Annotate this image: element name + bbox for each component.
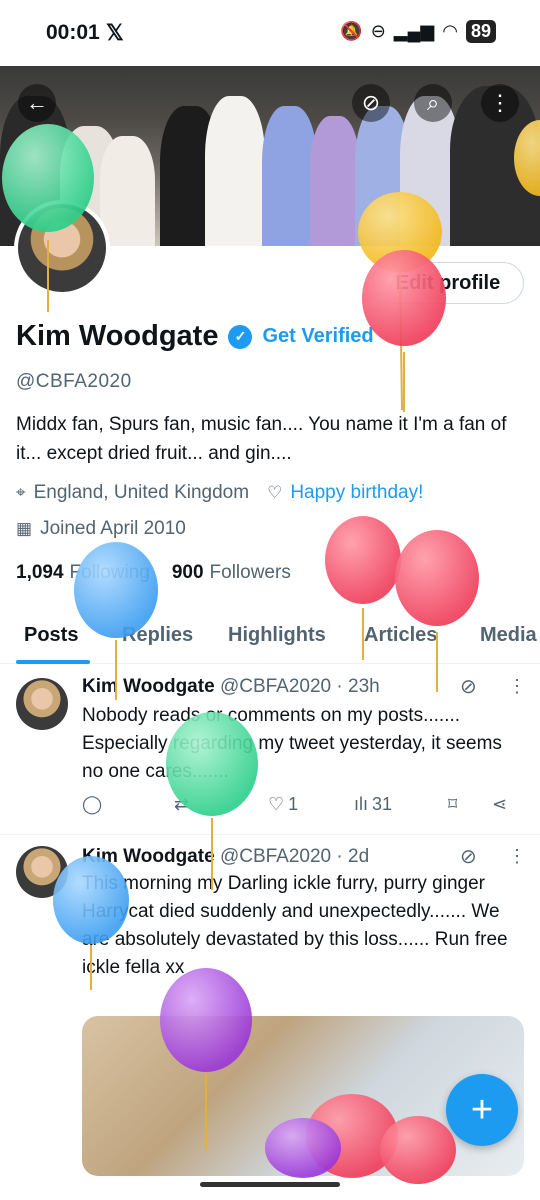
grok-icon[interactable]: ⊘ [460, 844, 477, 869]
tab-highlights[interactable]: Highlights [228, 624, 326, 647]
verified-badge-icon: ✓ [228, 324, 253, 349]
tweet-avatar[interactable] [16, 846, 68, 898]
birthday-icon: ♡ [267, 483, 283, 502]
edit-profile-button[interactable]: Edit profile [372, 262, 524, 304]
following-link[interactable]: 1,094 Following [16, 562, 150, 584]
calendar-icon: ▦ [16, 519, 33, 538]
signal-icon: ▂▄▆ [393, 21, 435, 41]
grok-icon[interactable]: ⊘ [460, 674, 477, 699]
profile-bio: Middx fan, Spurs fan, music fan.... You … [16, 414, 507, 464]
location-icon: ⌖ [16, 483, 26, 502]
like-button[interactable]: ♡ 1 [268, 794, 298, 815]
profile-avatar[interactable] [14, 200, 110, 296]
tweet-text: Nobody reads or comments on my posts....… [82, 705, 502, 782]
x-logo-icon: 𝕏 [106, 20, 124, 45]
back-button[interactable]: ← [18, 84, 56, 122]
reply-icon[interactable]: ◯ [82, 794, 102, 815]
retweet-icon[interactable]: ⇄ [174, 794, 189, 815]
birthday-link[interactable]: Happy birthday! [290, 482, 423, 504]
followers-label: Followers [209, 562, 291, 583]
tweet-text: This morning my Darling ickle furry, pur… [82, 873, 508, 978]
profile-name: Kim Woodgate [16, 320, 219, 352]
more-options-icon[interactable]: ⋮ [508, 846, 526, 867]
grok-icon[interactable]: ⊘ [352, 84, 390, 122]
home-indicator [200, 1182, 340, 1187]
tweet-meta: @CBFA2020 · 2d [219, 846, 370, 867]
dnd-icon: ⊖ [370, 21, 386, 41]
tweet-divider [0, 834, 540, 835]
following-label: Following [69, 562, 150, 583]
views-button[interactable]: ılı 31 [354, 794, 392, 815]
like-count: 1 [288, 794, 299, 814]
follow-stats: 1,094 Following 900 Followers [16, 562, 291, 584]
status-icons: 🔕 ⊖ ▂▄▆ ◠ 89 [340, 20, 496, 43]
profile-location: England, United Kingdom [33, 482, 250, 503]
tweet-header: Kim Woodgate @CBFA2020 · 2d [82, 846, 369, 868]
status-bar: 00:01 𝕏 🔕 ⊖ ▂▄▆ ◠ 89 [0, 0, 540, 66]
get-verified-link[interactable]: Get Verified [262, 325, 373, 348]
profile-joined: Joined April 2010 [40, 518, 186, 539]
wifi-icon: ◠ [442, 21, 458, 41]
status-time: 00:01 [46, 21, 100, 44]
tweet-author[interactable]: Kim Woodgate [82, 676, 215, 697]
mute-icon: 🔕 [340, 21, 363, 41]
compose-button[interactable]: + [446, 1074, 518, 1146]
more-options-icon[interactable]: ⋮ [481, 84, 519, 122]
bookmark-icon[interactable]: ⌑ [448, 794, 457, 815]
share-icon[interactable]: ⋖ [492, 794, 507, 815]
tweet-author[interactable]: Kim Woodgate [82, 846, 215, 867]
tweet-actions: ◯ ⇄ ♡ 1 ılı 31 ⌑ ⋖ [82, 794, 512, 824]
balloon-red [395, 530, 479, 692]
more-options-icon[interactable]: ⋮ [508, 676, 526, 697]
tab-media[interactable]: Media [480, 624, 537, 647]
search-icon[interactable]: ⌕ [414, 84, 452, 122]
tweet-meta: @CBFA2020 · 23h [219, 676, 380, 697]
followers-count: 900 [171, 562, 204, 583]
profile-handle: @CBFA2020 [16, 371, 132, 392]
tweet-header: Kim Woodgate @CBFA2020 · 23h [82, 676, 380, 698]
profile-meta-row: ⌖ England, United Kingdom ♡ Happy birthd… [16, 482, 423, 504]
tab-replies[interactable]: Replies [122, 624, 193, 647]
views-count: 31 [372, 794, 393, 814]
following-count: 1,094 [16, 562, 64, 583]
tab-posts[interactable]: Posts [24, 624, 78, 647]
tab-articles[interactable]: Articles [364, 624, 437, 647]
tab-indicator [16, 660, 90, 664]
heart-icon: ♡ [268, 794, 285, 814]
followers-link[interactable]: 900 Followers [172, 562, 291, 584]
views-icon: ılı [354, 794, 369, 814]
profile-tabs: Posts Replies Highlights Articles Media [0, 612, 540, 664]
tweet-avatar[interactable] [16, 678, 68, 730]
joined-row: ▦ Joined April 2010 [16, 518, 186, 540]
battery-indicator: 89 [465, 20, 496, 43]
name-row: Kim Woodgate ✓ Get Verified [16, 320, 374, 353]
